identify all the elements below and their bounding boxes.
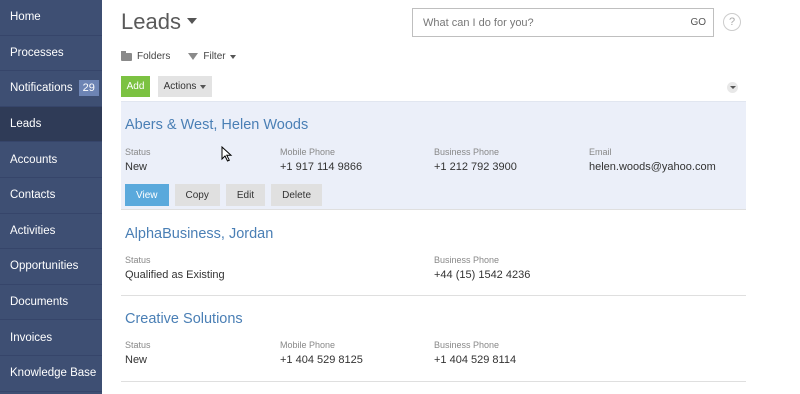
sidebar-item-label: Leads [10, 118, 42, 131]
sidebar-item-label: Notifications [10, 82, 73, 95]
field-value[interactable]: +1 404 529 8125 [280, 354, 363, 366]
field-label: Mobile Phone [280, 340, 336, 350]
status-field: Status New [125, 147, 151, 173]
record-title-link[interactable]: Creative Solutions [125, 311, 243, 327]
field-label: Email [589, 147, 612, 157]
record-title-link[interactable]: AlphaBusiness, Jordan [125, 226, 273, 242]
email-field: Email helen.woods@yahoo.com [589, 147, 716, 173]
mobile-phone-field: Mobile Phone +1 917 114 9866 [280, 147, 362, 173]
list-item[interactable]: Creative Solutions Status New Mobile Pho… [121, 296, 746, 382]
mouse-cursor-icon [221, 146, 233, 162]
command-search: GO [412, 8, 714, 37]
sidebar: Home Processes Notifications 29 Leads Acc… [0, 0, 102, 394]
field-value[interactable]: +1 917 114 9866 [280, 161, 362, 173]
field-label: Business Phone [434, 255, 500, 265]
sidebar-item-label: Processes [10, 46, 64, 59]
page-title-text: Leads [121, 9, 181, 34]
list-item[interactable]: Abers & West, Helen Woods Status New Mob… [121, 101, 746, 210]
page-title[interactable]: Leads [121, 9, 197, 35]
sidebar-item-knowledge-base[interactable]: Knowledge Base [0, 356, 102, 392]
record-actions: View Copy Edit Delete [125, 184, 328, 206]
folders-button[interactable]: Folders [137, 51, 170, 62]
sidebar-item-activities[interactable]: Activities [0, 214, 102, 250]
notifications-count-badge: 29 [78, 80, 99, 97]
view-button[interactable]: View [125, 184, 169, 206]
sidebar-item-label: Activities [10, 224, 56, 237]
sidebar-item-processes[interactable]: Processes [0, 36, 102, 72]
field-value[interactable]: +44 (15) 1542 4236 [434, 269, 530, 281]
actions-label: Actions [163, 81, 197, 92]
business-phone-field: Business Phone +44 (15) 1542 4236 [434, 255, 530, 281]
field-value: Qualified as Existing [125, 269, 225, 281]
sidebar-item-opportunities[interactable]: Opportunities [0, 249, 102, 285]
actions-button[interactable]: Actions [158, 76, 212, 97]
field-value: New [125, 161, 148, 173]
sidebar-item-label: Knowledge Base [10, 367, 97, 380]
status-field: Status Qualified as Existing [125, 255, 225, 281]
filter-icon [188, 53, 199, 60]
mobile-phone-field: Mobile Phone +1 404 529 8125 [280, 340, 363, 366]
delete-button[interactable]: Delete [271, 184, 322, 206]
record-title-link[interactable]: Abers & West, Helen Woods [125, 117, 308, 133]
chevron-down-icon [186, 18, 197, 25]
sidebar-item-contacts[interactable]: Contacts [0, 178, 102, 214]
sidebar-item-label: Home [10, 11, 41, 24]
chevron-down-icon [229, 54, 236, 59]
business-phone-field: Business Phone +1 212 792 3900 [434, 147, 517, 173]
search-go-button[interactable]: GO [690, 17, 706, 28]
sidebar-item-label: Opportunities [10, 260, 79, 273]
field-label: Business Phone [434, 147, 500, 157]
sidebar-item-home[interactable]: Home [0, 0, 102, 36]
sidebar-item-label: Accounts [10, 153, 58, 166]
status-field: Status New [125, 340, 151, 366]
chevron-down-icon [200, 84, 207, 89]
field-label: Status [125, 340, 151, 350]
sidebar-item-invoices[interactable]: Invoices [0, 320, 102, 356]
edit-button[interactable]: Edit [225, 184, 266, 206]
sidebar-item-label: Contacts [10, 189, 56, 202]
add-button[interactable]: Add [121, 76, 150, 97]
business-phone-field: Business Phone +1 404 529 8114 [434, 340, 516, 366]
sidebar-item-label: Invoices [10, 331, 53, 344]
search-input[interactable] [413, 15, 691, 30]
sidebar-item-label: Documents [10, 296, 69, 309]
field-value[interactable]: helen.woods@yahoo.com [589, 161, 716, 173]
sidebar-item-notifications[interactable]: Notifications 29 [0, 71, 102, 107]
field-label: Status [125, 255, 151, 265]
main-content: Leads GO ? Folders Filter Add Actions Ab… [102, 0, 800, 394]
folder-icon [121, 50, 132, 61]
field-label: Status [125, 147, 151, 157]
help-icon[interactable]: ? [723, 13, 741, 31]
sidebar-item-leads[interactable]: Leads [0, 106, 102, 143]
folders-filter-bar: Folders Filter [121, 50, 236, 62]
field-label: Mobile Phone [280, 147, 336, 157]
field-value[interactable]: +1 212 792 3900 [434, 161, 517, 173]
list-item[interactable]: AlphaBusiness, Jordan Status Qualified a… [121, 211, 746, 296]
field-value[interactable]: +1 404 529 8114 [434, 354, 516, 366]
copy-button[interactable]: Copy [174, 184, 220, 206]
collapse-toggle-icon[interactable] [727, 82, 738, 93]
field-label: Business Phone [434, 340, 500, 350]
sidebar-item-documents[interactable]: Documents [0, 285, 102, 321]
filter-button[interactable]: Filter [203, 51, 225, 62]
sidebar-item-accounts[interactable]: Accounts [0, 142, 102, 178]
field-value: New [125, 354, 148, 366]
